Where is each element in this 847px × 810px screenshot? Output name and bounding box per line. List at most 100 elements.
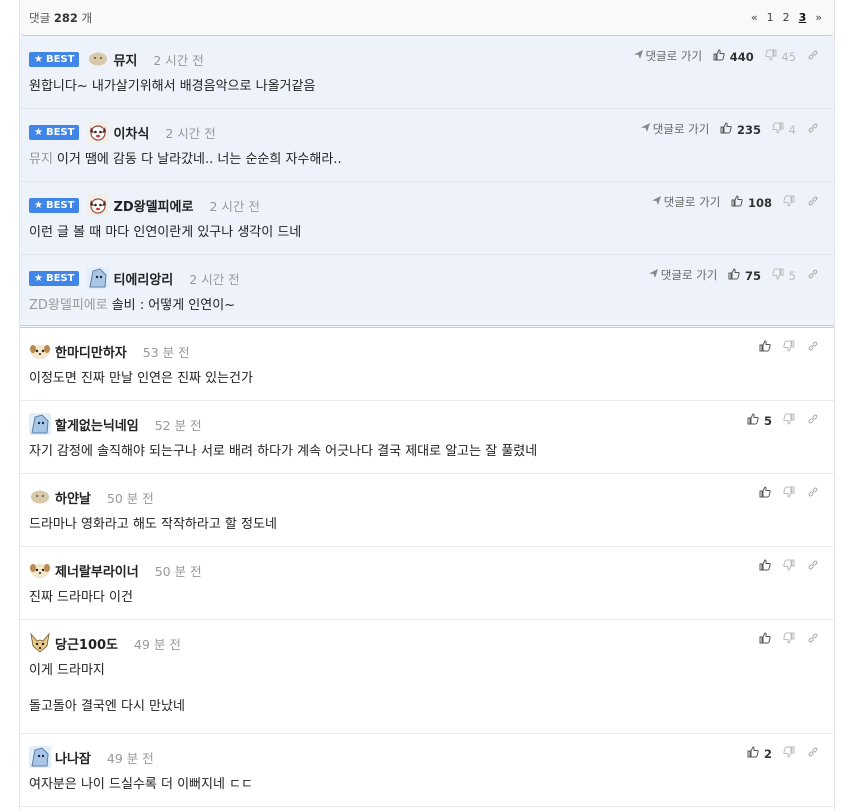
thumbs-up-icon	[758, 632, 772, 647]
comment-meta: ★ BEST 뮤지 2 시간 전	[29, 48, 204, 70]
avatar[interactable]	[29, 559, 51, 581]
avatar[interactable]	[29, 340, 51, 362]
dislike-button[interactable]	[782, 340, 796, 355]
thumbs-up-icon	[727, 267, 741, 283]
dislike-button[interactable]: 4	[771, 122, 796, 137]
comment-body: 여자분은 나이 드실수록 더 이뻐지네 ㄷㄷ	[29, 776, 253, 810]
goto-comment-link[interactable]: 댓글로 가기	[639, 121, 709, 137]
like-button[interactable]: 108	[730, 194, 772, 210]
dislike-button[interactable]: 45	[764, 49, 796, 64]
share-link-button[interactable]	[806, 340, 820, 355]
best-badge-label: BEST	[45, 272, 75, 284]
avatar[interactable]	[29, 746, 51, 768]
link-icon	[806, 632, 820, 647]
comment-author[interactable]: 티에리앙리	[113, 269, 173, 288]
comment-meta: ★ BEST 티에리앙리 2 시간 전	[29, 267, 240, 289]
pager-page-3-current[interactable]: 3	[799, 11, 807, 24]
comment-list: ★ BEST 뮤지 2 시간 전 댓글로 가기 440 45 원합니다~ 내가살기…	[20, 36, 834, 807]
share-link-button[interactable]	[806, 413, 820, 428]
avatar[interactable]	[29, 632, 51, 654]
share-link-button[interactable]	[806, 559, 820, 574]
comment-author[interactable]: 나나잠	[55, 748, 91, 767]
comment-time: 2 시간 전	[165, 125, 216, 141]
comment-time: 2 시간 전	[209, 198, 260, 214]
comment-actions: 5	[746, 413, 820, 428]
comment-author[interactable]: 할게없는닉네임	[55, 415, 139, 434]
pager-next-button[interactable]: »	[815, 11, 822, 24]
like-button[interactable]: 2	[746, 746, 772, 761]
comment-time: 53 분 전	[142, 344, 190, 360]
avatar[interactable]	[87, 48, 109, 70]
like-button[interactable]	[758, 559, 772, 574]
share-link-button[interactable]	[806, 632, 820, 647]
goto-comment-link[interactable]: 댓글로 가기	[647, 267, 717, 283]
avatar[interactable]	[29, 413, 51, 435]
link-icon	[806, 195, 820, 210]
like-button[interactable]	[758, 340, 772, 355]
comment-text: 이게 드라마지	[29, 663, 105, 678]
share-link-button[interactable]	[806, 486, 820, 501]
dislike-button[interactable]: 5	[771, 268, 796, 283]
pager-page-2[interactable]: 2	[783, 11, 790, 24]
dislike-button[interactable]	[782, 413, 796, 428]
link-icon	[806, 559, 820, 574]
reply-to-author[interactable]: ZD왕델피에로	[29, 298, 108, 313]
pager-prev-button[interactable]: «	[751, 11, 758, 24]
comment-meta: 하얀날 50 분 전	[29, 486, 154, 508]
goto-comment-link[interactable]: 댓글로 가기	[631, 48, 702, 64]
share-link-button[interactable]	[806, 268, 820, 283]
share-link-button[interactable]	[806, 122, 820, 137]
comment-author[interactable]: 뮤지	[113, 50, 137, 69]
link-icon	[806, 122, 820, 137]
comment-author[interactable]: 제너랄부라이너	[55, 561, 139, 580]
like-button[interactable]: 235	[719, 121, 761, 137]
dislike-button[interactable]	[782, 632, 796, 647]
comment-text: 진짜 드라마다 이건	[29, 590, 133, 605]
dislike-button[interactable]	[782, 195, 796, 210]
thumbs-up-icon	[719, 121, 733, 137]
like-button[interactable]: 5	[746, 413, 772, 428]
comment-actions: 댓글로 가기 440 45	[631, 48, 820, 64]
dislike-button[interactable]	[782, 746, 796, 761]
best-comment: ★ BEST 뮤지 2 시간 전 댓글로 가기 440 45 원합니다~ 내가살기…	[20, 36, 834, 109]
like-button[interactable]	[758, 632, 772, 647]
comment-actions: 댓글로 가기 108	[650, 194, 820, 210]
avatar[interactable]	[87, 194, 110, 216]
like-count: 2	[763, 747, 772, 761]
reply-to-author[interactable]: 뮤지	[29, 152, 53, 167]
avatar[interactable]	[87, 267, 110, 289]
comment-author[interactable]: 한마디만하자	[55, 342, 127, 361]
comment-actions	[758, 486, 820, 501]
best-badge: ★ BEST	[29, 51, 80, 67]
dislike-button[interactable]	[782, 486, 796, 501]
dislike-button[interactable]	[782, 559, 796, 574]
share-link-button[interactable]	[806, 49, 820, 64]
thumbs-up-icon	[712, 48, 726, 64]
comment-meta: 당근100도 49 분 전	[29, 632, 181, 654]
comment-author[interactable]: 하얀날	[55, 488, 91, 507]
avatar[interactable]	[29, 486, 51, 508]
best-badge: ★ BEST	[29, 197, 80, 213]
avatar[interactable]	[87, 121, 110, 143]
send-icon	[639, 122, 653, 136]
comment-meta: ★ BEST 이차식 2 시간 전	[29, 121, 216, 143]
comment-meta: 한마디만하자 53 분 전	[29, 340, 190, 362]
comment-author[interactable]: ZD왕델피에로	[113, 196, 193, 215]
thumbs-down-icon	[782, 195, 796, 210]
like-button[interactable]: 75	[727, 267, 761, 283]
like-button[interactable]: 440	[712, 48, 754, 64]
like-button[interactable]	[758, 486, 772, 501]
comment-text: 솔비 : 어떻게 인연이~	[111, 298, 236, 313]
comment-author[interactable]: 당근100도	[55, 634, 118, 653]
goto-comment-link[interactable]: 댓글로 가기	[650, 194, 720, 210]
pager-page-1[interactable]: 1	[767, 11, 774, 24]
thumbs-down-icon	[782, 559, 796, 574]
share-link-button[interactable]	[806, 746, 820, 761]
comment: 할게없는닉네임 52 분 전 5 자기 감정에 솔직해야 되는구나 서로 배려 …	[20, 401, 834, 474]
share-link-button[interactable]	[806, 195, 820, 210]
comment-meta: ★ BEST ZD왕델피에로 2 시간 전	[29, 194, 260, 216]
comment-author[interactable]: 이차식	[113, 123, 149, 142]
comment: 당근100도 49 분 전 이게 드라마지 돌고돌아 결국엔 다시 만났네	[20, 620, 834, 734]
pagination: « 1 2 3 »	[751, 11, 822, 24]
comment-actions: 댓글로 가기 75 5	[647, 267, 820, 283]
